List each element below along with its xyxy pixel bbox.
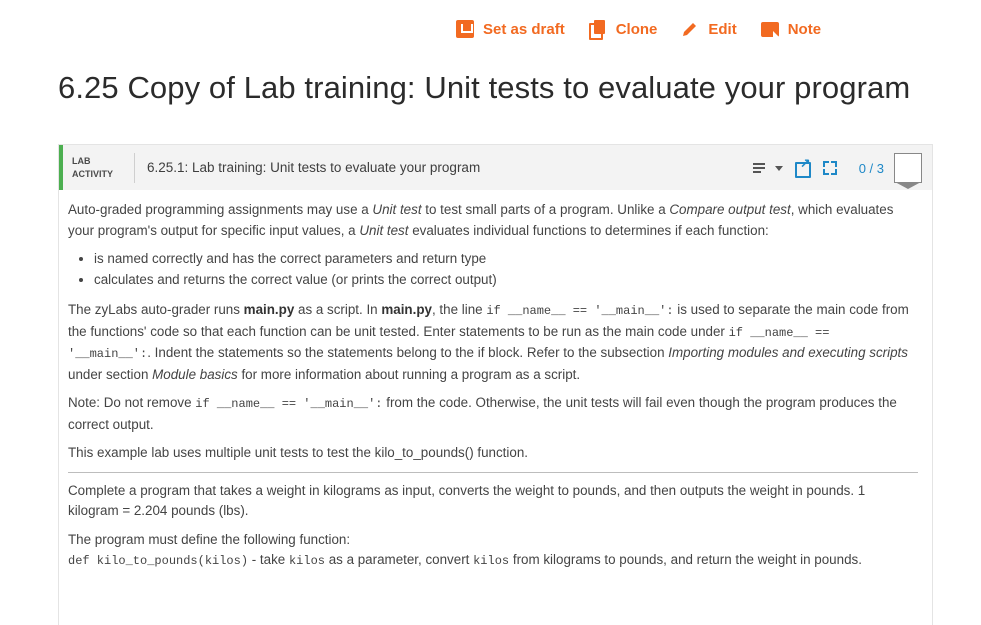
note-icon	[760, 21, 779, 37]
lab-type-line2: ACTIVITY	[72, 168, 114, 179]
example-paragraph: This example lab uses multiple unit test…	[68, 445, 528, 460]
script-paragraph: The zyLabs auto-grader runs main.py as a…	[68, 302, 909, 382]
score-text: 0 / 3	[858, 160, 884, 176]
task-paragraph: Complete a program that takes a weight i…	[68, 482, 866, 519]
chevron-down-icon[interactable]	[774, 165, 783, 171]
set-as-draft-label: Set as draft	[483, 20, 565, 38]
toolbar: Set as draft Clone Edit Note	[456, 20, 845, 40]
lab-title: 6.25.1: Lab training: Unit tests to eval…	[147, 160, 481, 175]
note-button[interactable]: Note	[760, 20, 822, 38]
list-item: calculates and returns the correct value…	[94, 270, 918, 291]
completion-badge-icon	[894, 153, 922, 189]
edit-button[interactable]: Edit	[681, 20, 737, 38]
edit-label: Edit	[708, 20, 737, 38]
clone-label: Clone	[615, 20, 658, 38]
criteria-list: is named correctly and has the correct p…	[68, 249, 918, 290]
note-paragraph: Note: Do not remove if __name__ == '__ma…	[68, 395, 897, 432]
copy-icon	[588, 20, 607, 40]
function-paragraph: The program must define the following fu…	[68, 531, 862, 569]
intro-paragraph: Auto-graded programming assignments may …	[68, 202, 894, 238]
note-label: Note	[787, 20, 822, 38]
divider	[68, 471, 918, 473]
open-external-icon[interactable]	[794, 156, 811, 178]
fullscreen-icon[interactable]	[822, 161, 837, 175]
clone-button[interactable]: Clone	[588, 20, 658, 40]
pencil-icon	[681, 20, 699, 38]
lab-controls: 0 / 3	[741, 153, 922, 189]
draft-icon	[456, 20, 474, 38]
lab-instructions: Auto-graded programming assignments may …	[59, 190, 932, 572]
list-item: is named correctly and has the correct p…	[94, 249, 918, 270]
lab-type-label: LAB ACTIVITY	[63, 152, 135, 183]
set-as-draft-button[interactable]: Set as draft	[456, 20, 565, 38]
page-title: 6.25 Copy of Lab training: Unit tests to…	[58, 70, 911, 105]
playlist-icon[interactable]	[752, 162, 769, 174]
lab-activity: LAB ACTIVITY 6.25.1: Lab training: Unit t…	[58, 144, 933, 625]
lab-header: LAB ACTIVITY 6.25.1: Lab training: Unit t…	[59, 145, 932, 190]
lab-type-line1: LAB	[72, 155, 91, 166]
